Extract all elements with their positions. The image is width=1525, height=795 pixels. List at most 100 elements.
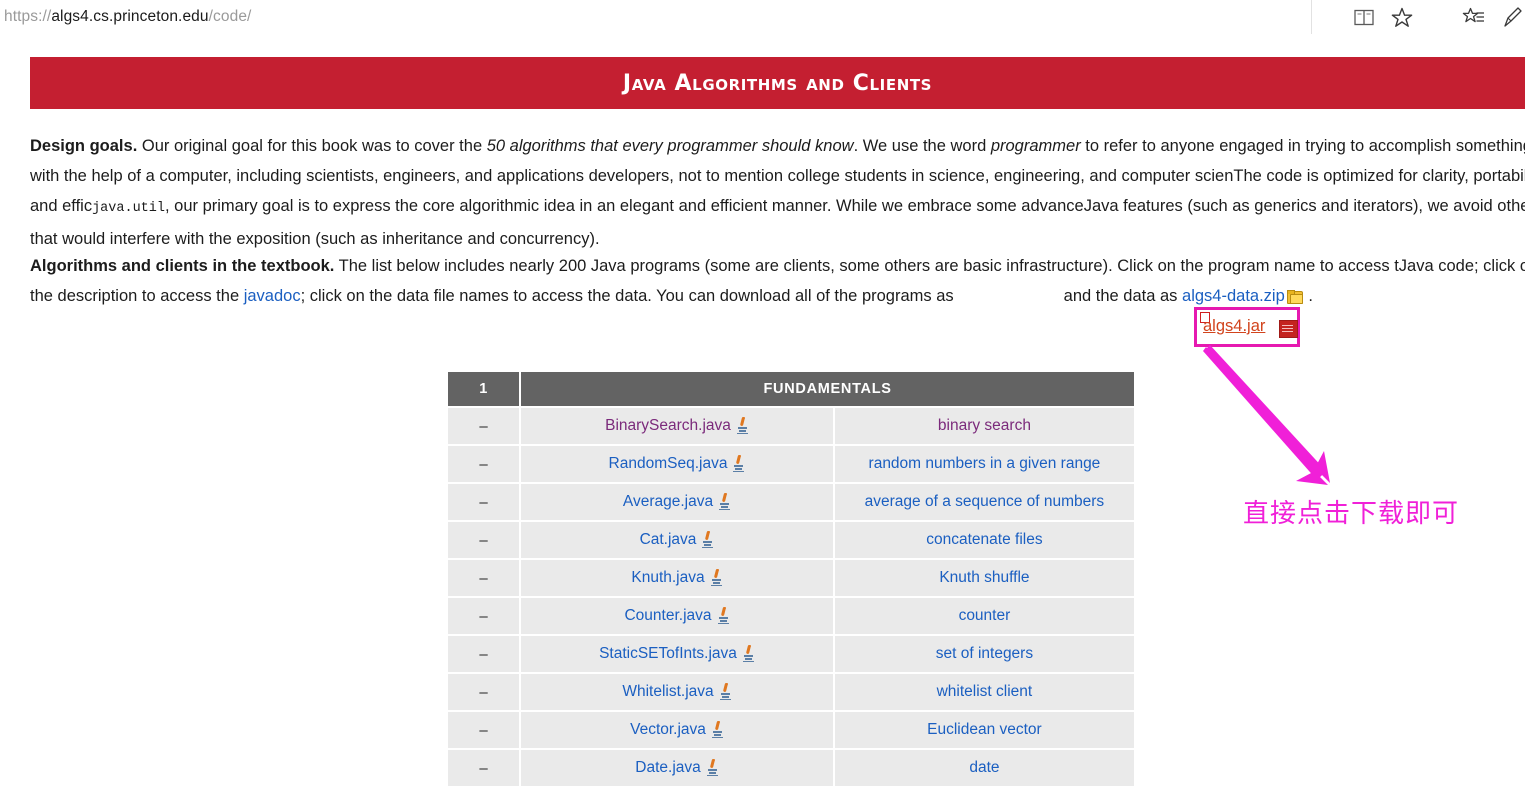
para2-text4: and the data as — [1063, 287, 1183, 305]
para2-text5: . — [1303, 287, 1313, 305]
table-row: – Date.java date — [448, 750, 1134, 786]
table-row: – Whitelist.java whitelist client — [448, 674, 1134, 710]
section-number-header: 1 — [448, 372, 520, 406]
favorites-hub-icon[interactable] — [1455, 0, 1493, 34]
program-description-cell: Knuth shuffle — [834, 560, 1134, 596]
para1-lead: Design goals. — [30, 137, 138, 155]
program-name-cell: StaticSETofInts.java — [521, 636, 833, 672]
chrome-icons-secondary — [1455, 0, 1525, 34]
para2-text1: The list below includes nearly 200 Java … — [334, 257, 1399, 275]
program-name-link[interactable]: RandomSeq.java — [609, 455, 728, 472]
program-name-link[interactable]: Knuth.java — [631, 569, 704, 586]
para1-em1: 50 algorithms that every programmer shou… — [486, 137, 854, 155]
chinese-annotation-text: 直接点击下载即可 — [1243, 499, 1460, 529]
program-description-link[interactable]: random numbers in a given range — [869, 455, 1101, 472]
row-dash: – — [448, 674, 520, 710]
chrome-icons-primary — [1345, 0, 1421, 34]
program-name-cell: Counter.java — [521, 598, 833, 634]
program-description-cell: whitelist client — [834, 674, 1134, 710]
zip-file-icon — [1286, 290, 1303, 304]
javadoc-link[interactable]: javadoc — [244, 287, 301, 305]
program-description-cell: counter — [834, 598, 1134, 634]
algs4-data-zip-link-part1[interactable]: algs4- — [1182, 287, 1227, 305]
page-title: Java Algorithms and Clients — [622, 70, 933, 96]
program-description-cell: Euclidean vector — [834, 712, 1134, 748]
program-description-cell: random numbers in a given range — [834, 446, 1134, 482]
java-cup-icon[interactable] — [718, 492, 731, 510]
program-name-cell: Cat.java — [521, 522, 833, 558]
para1-text5: , our primary goal is to express the cor… — [165, 197, 1084, 215]
program-description-cell: date — [834, 750, 1134, 786]
table-row: – Knuth.java Knuth shuffle — [448, 560, 1134, 596]
browser-window: https://algs4.cs.princeton.edu/code/ Jav… — [0, 0, 1525, 795]
java-cup-icon[interactable] — [706, 758, 719, 776]
program-name-cell: Average.java — [521, 484, 833, 520]
program-name-cell: BinarySearch.java — [521, 408, 833, 444]
program-name-link[interactable]: Counter.java — [624, 607, 711, 624]
para1-text2: . We use the word — [853, 137, 991, 155]
browser-chrome: https://algs4.cs.princeton.edu/code/ — [0, 0, 1525, 36]
program-description-cell: concatenate files — [834, 522, 1134, 558]
java-cup-icon[interactable] — [717, 606, 730, 624]
program-name-link[interactable]: BinarySearch.java — [605, 417, 731, 434]
program-description-link[interactable]: Euclidean vector — [927, 721, 1042, 738]
reading-view-icon[interactable] — [1345, 0, 1383, 34]
program-description-link[interactable]: average of a sequence of numbers — [865, 493, 1105, 510]
program-name-cell: Whitelist.java — [521, 674, 833, 710]
address-bar[interactable]: https://algs4.cs.princeton.edu/code/ — [0, 0, 1312, 34]
java-cup-icon[interactable] — [701, 530, 714, 548]
row-dash: – — [448, 484, 520, 520]
para1-text1: Our original goal for this book was to c… — [137, 137, 487, 155]
program-name-cell: Knuth.java — [521, 560, 833, 596]
row-dash: – — [448, 560, 520, 596]
table-row: – StaticSETofInts.java set of integers — [448, 636, 1134, 672]
program-description-link[interactable]: whitelist client — [937, 683, 1033, 700]
java-cup-icon[interactable] — [710, 568, 723, 586]
row-dash: – — [448, 750, 520, 786]
java-cup-icon[interactable] — [711, 720, 724, 738]
program-description-cell: average of a sequence of numbers — [834, 484, 1134, 520]
favorite-star-icon[interactable] — [1383, 0, 1421, 34]
para1-em2: programmer — [990, 137, 1081, 155]
section-title-header: FUNDAMENTALS — [521, 372, 1134, 406]
para2-lead: Algorithms and clients in the textbook. — [30, 257, 335, 275]
program-name-link[interactable]: Cat.java — [640, 531, 697, 548]
row-dash: – — [448, 522, 520, 558]
para1-code-javautil: java.util — [92, 201, 165, 216]
table-row: – RandomSeq.java random numbers in a given… — [448, 446, 1134, 482]
program-description-link[interactable]: Knuth shuffle — [939, 569, 1029, 586]
program-description-link[interactable]: date — [969, 759, 999, 776]
paragraph-design-goals: Design goals. Our original goal for this… — [30, 131, 1525, 254]
url-text: https://algs4.cs.princeton.edu/code/ — [4, 8, 252, 25]
java-cup-icon[interactable] — [736, 416, 749, 434]
program-name-link[interactable]: Average.java — [623, 493, 713, 510]
row-dash: – — [448, 408, 520, 444]
program-name-link[interactable]: Vector.java — [630, 721, 706, 738]
table-header-row: 1 FUNDAMENTALS — [448, 372, 1134, 406]
java-cup-icon[interactable] — [732, 454, 745, 472]
java-cup-icon[interactable] — [719, 682, 732, 700]
table-row: – Cat.java concatenate files — [448, 522, 1134, 558]
table-row: – Counter.java counter — [448, 598, 1134, 634]
program-description-link[interactable]: binary search — [938, 417, 1031, 434]
programs-table: 1 FUNDAMENTALS – BinarySearch.java binary … — [446, 370, 1136, 788]
program-name-cell: RandomSeq.java — [521, 446, 833, 482]
program-description-cell: binary search — [834, 408, 1134, 444]
table-row: – Vector.java Euclidean vector — [448, 712, 1134, 748]
magenta-arrow — [1203, 345, 1330, 485]
paragraph-algorithms-clients: Algorithms and clients in the textbook. … — [30, 251, 1525, 311]
algs4-data-zip-link-part2[interactable]: data.zip — [1227, 287, 1285, 305]
program-name-link[interactable]: StaticSETofInts.java — [599, 645, 737, 662]
program-description-link[interactable]: set of integers — [936, 645, 1033, 662]
program-description-cell: set of integers — [834, 636, 1134, 672]
row-dash: – — [448, 636, 520, 672]
program-description-link[interactable]: counter — [959, 607, 1011, 624]
table-row: – Average.java average of a sequence of nu… — [448, 484, 1134, 520]
program-name-link[interactable]: Date.java — [635, 759, 700, 776]
java-cup-icon[interactable] — [742, 644, 755, 662]
program-name-cell: Date.java — [521, 750, 833, 786]
program-description-link[interactable]: concatenate files — [926, 531, 1042, 548]
program-name-link[interactable]: Whitelist.java — [622, 683, 713, 700]
notes-pen-icon[interactable] — [1493, 0, 1525, 34]
para2-text3: ; click on the data file names to access… — [300, 287, 954, 305]
